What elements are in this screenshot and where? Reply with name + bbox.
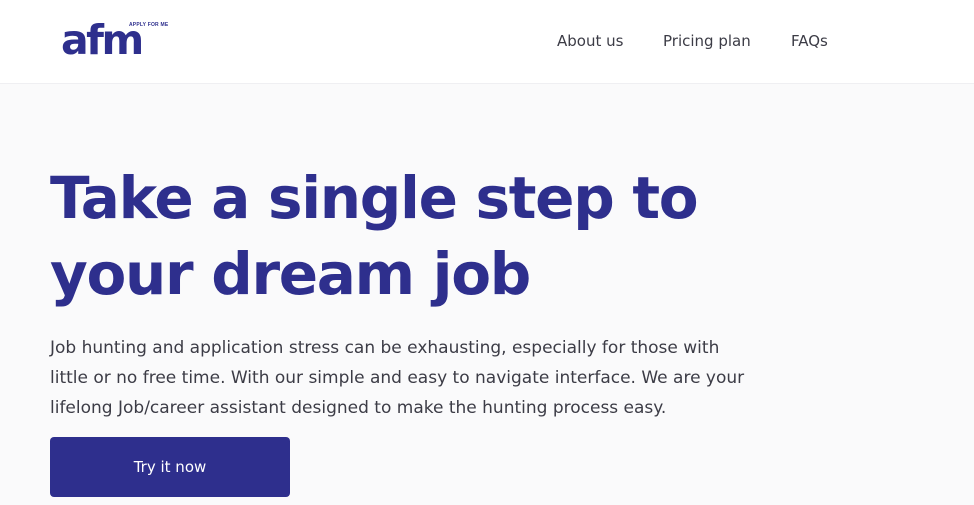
- hero-title: Take a single step to your dream job: [50, 160, 810, 312]
- nav-link-faqs[interactable]: FAQs: [791, 30, 828, 52]
- hero-description: Job hunting and application stress can b…: [50, 333, 780, 423]
- hero-description-line-2: little or no free time. With our simple …: [50, 368, 745, 388]
- site-header: APPLY FOR ME afm About us Pricing plan F…: [0, 0, 974, 84]
- hero-title-line-2: your dream job: [50, 240, 531, 308]
- main-nav: About us Pricing plan FAQs: [0, 30, 974, 52]
- try-it-now-button[interactable]: Try it now: [50, 437, 290, 497]
- hero-description-line-3: lifelong Job/career assistant designed t…: [50, 398, 667, 418]
- hero-title-line-1: Take a single step to: [50, 164, 699, 232]
- hero-description-line-1: Job hunting and application stress can b…: [50, 338, 720, 358]
- nav-link-pricing-plan[interactable]: Pricing plan: [663, 30, 751, 52]
- nav-link-about-us[interactable]: About us: [557, 30, 623, 52]
